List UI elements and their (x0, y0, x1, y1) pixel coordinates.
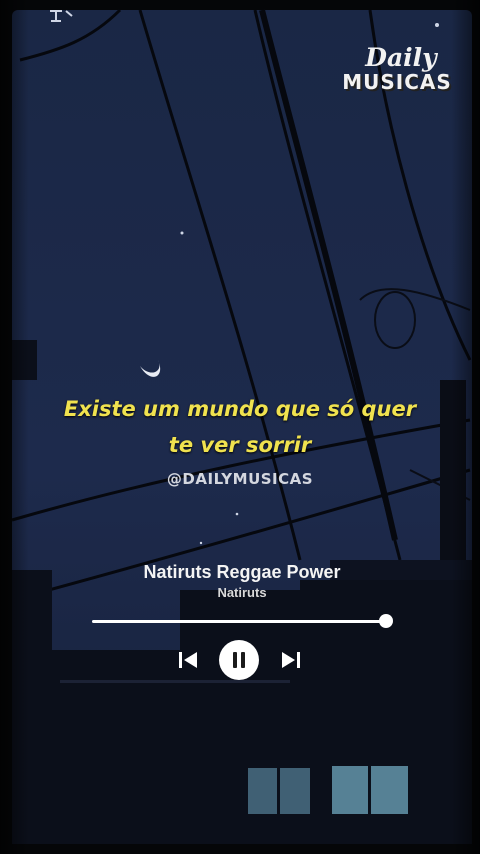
song-artist: Natiruts (217, 585, 267, 600)
channel-handle: @DAILYMUSICAS (166, 470, 314, 488)
song-title: Natiruts Reggae Power (143, 562, 341, 582)
previous-button[interactable] (176, 648, 200, 672)
progress-bar[interactable] (92, 620, 386, 623)
skip-next-icon (282, 652, 300, 668)
lyric-line-1: Existe um mundo que só quer (63, 397, 417, 421)
night-sky-background (0, 0, 480, 854)
pause-icon (233, 652, 245, 668)
progress-knob[interactable] (379, 614, 393, 628)
status-bar-icon (50, 10, 73, 22)
next-button[interactable] (279, 648, 303, 672)
logo-line-2: MUSICAS (342, 70, 452, 94)
lyric-line-2: te ver sorrir (168, 433, 312, 457)
dailymusicas-logo: Daily MUSICAS (342, 44, 452, 93)
skip-previous-icon (179, 652, 197, 668)
video-frame: Daily MUSICAS Existe um mundo que só que… (0, 0, 480, 854)
logo-line-1: Daily (365, 43, 437, 72)
pause-button[interactable] (219, 640, 259, 680)
